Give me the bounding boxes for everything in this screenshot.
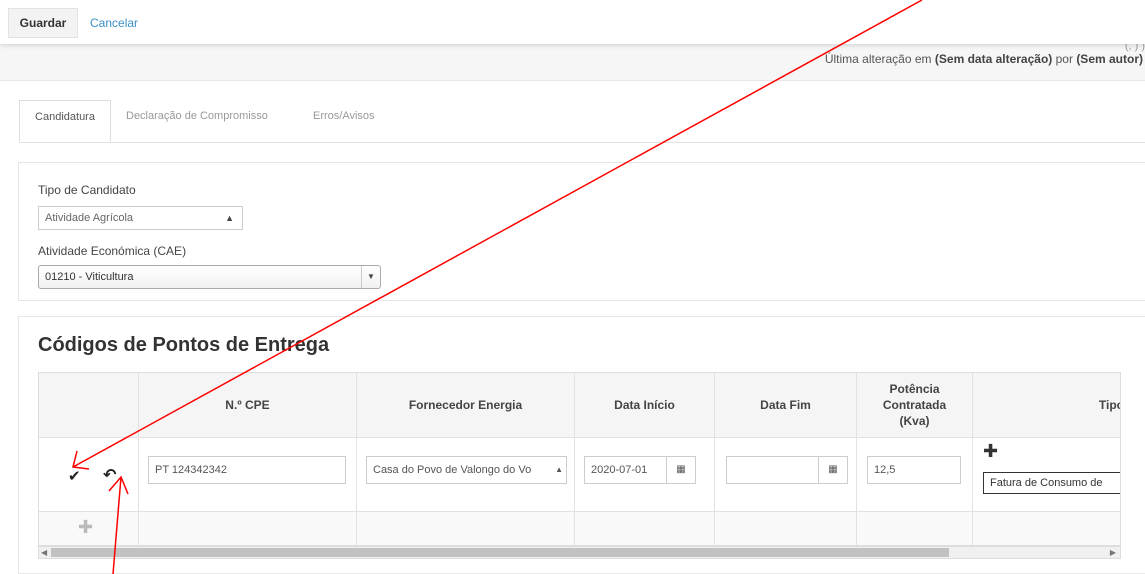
supplier-cell: Casa do Povo de Valongo do Vo ▲: [357, 438, 575, 512]
select-updown-icon: ▲: [225, 213, 234, 223]
row-actions-cell: ✔ ↶: [39, 438, 139, 512]
cae-value: 01210 - Viticultura: [45, 271, 134, 283]
doc-type-select[interactable]: Fatura de Consumo de: [983, 472, 1120, 494]
end-date-cell: ▦: [715, 438, 857, 512]
select-updown-icon: ▲: [555, 457, 563, 483]
cae-select[interactable]: 01210 - Viticultura ▼: [38, 265, 381, 289]
calendar-icon[interactable]: ▦: [666, 457, 695, 483]
chevron-down-icon: ▼: [361, 266, 380, 288]
tab-candidatura[interactable]: Candidatura: [19, 100, 111, 142]
scroll-right-arrow-icon[interactable]: ▶: [1110, 547, 1116, 558]
last-change-bar: (, ) ) Última alteração em (Sem data alt…: [0, 40, 1145, 81]
supplier-select[interactable]: Casa do Povo de Valongo do Vo ▲: [366, 456, 567, 484]
empty-cell: [715, 512, 857, 545]
candidate-type-select[interactable]: Atividade Agrícola ▲: [38, 206, 243, 230]
cancel-link[interactable]: Cancelar: [90, 8, 138, 38]
empty-cell: [857, 512, 973, 545]
empty-cell: [973, 512, 1120, 545]
scrollbar-thumb[interactable]: [51, 548, 949, 557]
last-change-prefix: Última alteração em: [824, 52, 932, 66]
toolbar: Guardar Cancelar: [0, 0, 1145, 44]
add-row-cell: ✚: [39, 512, 139, 545]
plus-icon[interactable]: ✚: [78, 518, 93, 536]
plus-icon[interactable]: ✚: [983, 442, 998, 460]
scroll-left-arrow-icon[interactable]: ◀: [41, 547, 47, 558]
column-header-supplier: Fornecedor Energia: [357, 373, 575, 438]
candidate-type-label: Tipo de Candidato: [38, 183, 136, 197]
supplier-value: Casa do Povo de Valongo do Vo: [373, 464, 532, 476]
column-header-actions: [39, 373, 139, 438]
horizontal-scrollbar[interactable]: ◀ ▶: [38, 546, 1121, 559]
tab-declaracao-compromisso[interactable]: Declaração de Compromisso: [126, 100, 268, 132]
column-header-type: Tipo: [973, 373, 1120, 438]
empty-cell: [575, 512, 715, 545]
column-header-start-date: Data Início: [575, 373, 715, 438]
cae-label: Atividade Económica (CAE): [38, 244, 187, 258]
undo-icon[interactable]: ↶: [103, 468, 116, 484]
power-cell: 12,5: [857, 438, 973, 512]
type-cell: ✚ Fatura de Consumo de: [973, 438, 1120, 512]
delivery-points-grid: N.º CPE Fornecedor Energia Data Início D…: [38, 372, 1121, 546]
cpe-cell: PT 124342342: [139, 438, 357, 512]
tab-erros-avisos[interactable]: Erros/Avisos: [313, 100, 375, 132]
start-date-input[interactable]: 2020-07-01 ▦: [584, 456, 696, 484]
empty-cell: [139, 512, 357, 545]
end-date-input[interactable]: ▦: [726, 456, 848, 484]
section-title: Códigos de Pontos de Entrega: [38, 334, 330, 356]
check-icon[interactable]: ✔: [68, 469, 81, 484]
last-change-by: por: [1055, 52, 1073, 66]
candidate-type-value: Atividade Agrícola: [45, 212, 134, 224]
start-date-value: 2020-07-01: [591, 464, 648, 476]
last-change-info: Última alteração em (Sem data alteração)…: [825, 52, 1143, 66]
calendar-icon[interactable]: ▦: [818, 457, 847, 483]
column-header-power: Potência Contratada (Kva): [857, 373, 973, 438]
last-change-date: (Sem data alteração): [934, 52, 1053, 66]
column-header-cpe: N.º CPE: [139, 373, 357, 438]
candidate-panel: Tipo de Candidato Atividade Agrícola ▲ A…: [18, 162, 1145, 301]
tab-bar: Candidatura Declaração de Compromisso Er…: [19, 100, 1145, 143]
last-change-author: (Sem autor): [1076, 52, 1143, 66]
power-input[interactable]: 12,5: [867, 456, 961, 484]
empty-cell: [357, 512, 575, 545]
start-date-cell: 2020-07-01 ▦: [575, 438, 715, 512]
save-button[interactable]: Guardar: [8, 8, 78, 38]
cpe-input[interactable]: PT 124342342: [148, 456, 346, 484]
column-header-end-date: Data Fim: [715, 373, 857, 438]
